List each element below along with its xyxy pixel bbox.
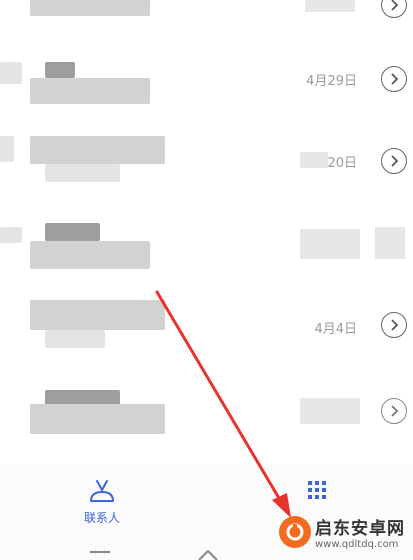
- call-date: 4月4日: [314, 322, 357, 337]
- contact-detail-redacted: [30, 78, 150, 104]
- call-date-redacted: [305, 0, 355, 12]
- info-button-redacted: [375, 227, 405, 259]
- contact-name-redacted: [45, 223, 100, 241]
- contact-name-redacted: [30, 300, 165, 330]
- call-date-redacted: [300, 398, 360, 424]
- call-date-redacted: [300, 152, 328, 168]
- contact-detail-redacted: [45, 164, 120, 182]
- phone-screen: 4月29日 20日 4月4日 联系人 启东安卓网 www.qdltdq.com: [0, 0, 413, 560]
- call-log-row[interactable]: [0, 380, 413, 462]
- watermark-url: www.qdltdq.com: [315, 539, 399, 550]
- contact-name-redacted: [30, 0, 150, 16]
- site-watermark: 启东安卓网 www.qdltdq.com: [279, 508, 407, 556]
- chevron-right-circle-icon[interactable]: [381, 66, 407, 92]
- contact-name-redacted: [30, 136, 165, 164]
- avatar-redacted: [0, 227, 22, 243]
- chevron-right-circle-icon[interactable]: [381, 0, 407, 18]
- tab-dialpad[interactable]: [277, 477, 357, 505]
- contact-detail-redacted: [45, 330, 105, 348]
- contact-name-redacted: [45, 62, 75, 78]
- tab-contacts-label: 联系人: [83, 511, 120, 525]
- chevron-right-circle-icon[interactable]: [381, 398, 407, 424]
- call-date: 20日: [327, 156, 357, 171]
- avatar-redacted: [0, 136, 14, 162]
- contact-detail-redacted: [30, 404, 165, 434]
- tab-contacts[interactable]: 联系人: [62, 477, 142, 526]
- menu-icon[interactable]: [88, 549, 112, 559]
- contacts-person-icon: [90, 480, 114, 502]
- home-icon[interactable]: [196, 547, 220, 560]
- call-log-row[interactable]: 4月29日: [0, 40, 413, 122]
- avatar-redacted: [0, 62, 22, 84]
- dialpad-grid-icon: [308, 481, 326, 499]
- call-log-row[interactable]: [0, 0, 413, 30]
- chevron-right-circle-icon[interactable]: [381, 312, 407, 338]
- call-log-row[interactable]: 4月4日: [0, 290, 413, 372]
- call-log-row[interactable]: [0, 215, 413, 297]
- contact-detail-redacted: [30, 241, 150, 269]
- call-log-row[interactable]: 20日: [0, 128, 413, 210]
- call-date: 4月29日: [306, 74, 357, 89]
- call-date-redacted: [300, 229, 360, 259]
- watermark-text: 启东安卓网: [315, 519, 405, 539]
- watermark-logo-icon: [279, 516, 311, 548]
- chevron-right-circle-icon[interactable]: [381, 148, 407, 174]
